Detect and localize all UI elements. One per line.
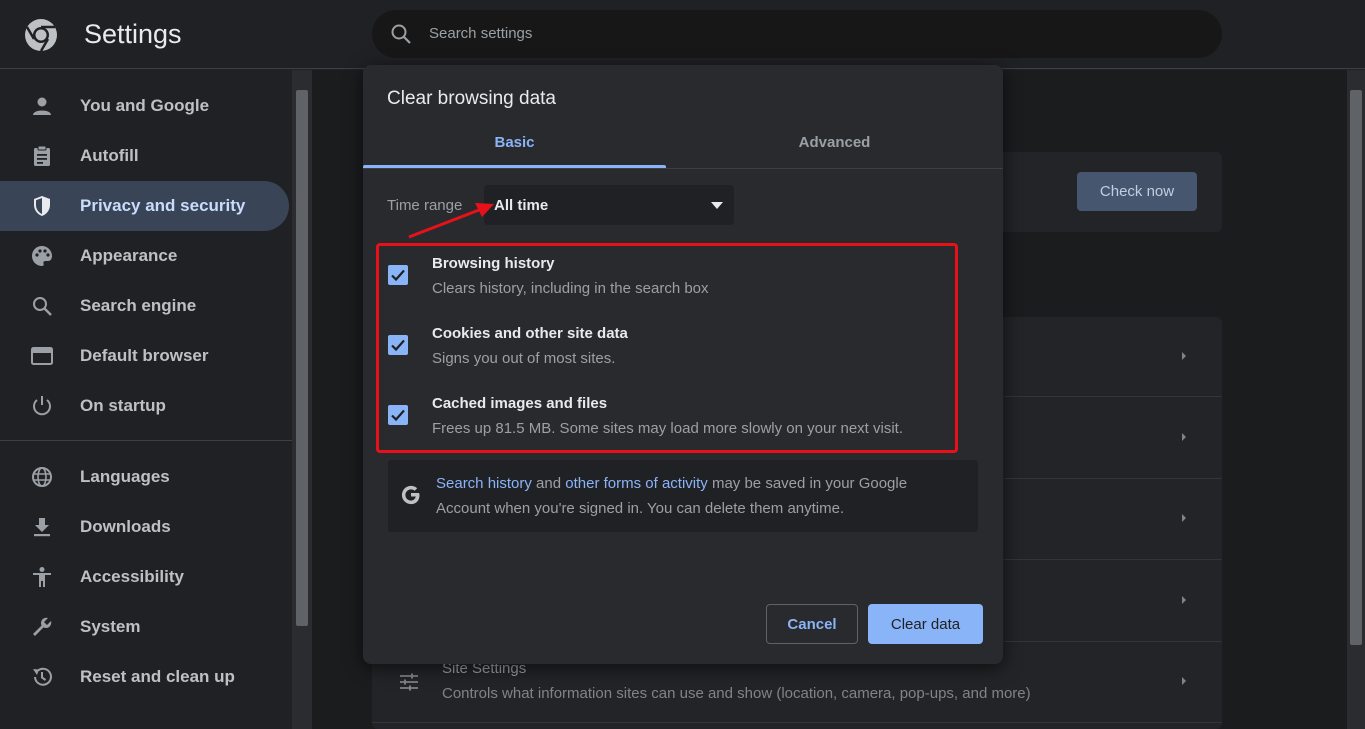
power-icon: [33, 396, 51, 416]
row-divider: [372, 722, 1222, 723]
sidebar-item-reset-and-clean-up[interactable]: Reset and clean up: [0, 652, 289, 702]
palette-icon: [32, 246, 52, 266]
dropdown-arrow-icon: [711, 202, 723, 209]
sidebar-item-downloads[interactable]: Downloads: [0, 502, 289, 552]
top-bar: Settings Search settings: [0, 0, 1365, 69]
sidebar-item-label: Downloads: [80, 517, 171, 536]
chrome-logo-icon: [25, 19, 57, 52]
sliders-icon: [400, 673, 418, 691]
search-history-link[interactable]: Search history: [436, 475, 532, 492]
other-activity-link[interactable]: other forms of activity: [565, 475, 708, 492]
sidebar-divider: [0, 440, 292, 441]
clipboard-icon: [34, 145, 50, 166]
sidebar-item-privacy-and-security[interactable]: Privacy and security: [0, 181, 289, 231]
sidebar-item-on-startup[interactable]: On startup: [0, 381, 289, 431]
sidebar-item-search-engine[interactable]: Search engine: [0, 281, 289, 331]
info-text-rest: may be saved in your Google: [707, 475, 908, 492]
sidebar-item-label: Autofill: [80, 146, 139, 165]
shield-icon: [34, 196, 50, 216]
sidebar-item-autofill[interactable]: Autofill: [0, 131, 289, 181]
cancel-button[interactable]: Cancel: [766, 604, 858, 644]
sidebar-item-default-browser[interactable]: Default browser: [0, 331, 289, 381]
sidebar-item-label: Search engine: [80, 296, 197, 315]
chevron-right-icon[interactable]: [1179, 674, 1189, 688]
sidebar-item-label: On startup: [80, 396, 166, 415]
search-icon: [33, 297, 52, 316]
sidebar-item-system[interactable]: System: [0, 602, 289, 652]
sidebar-item-label: Appearance: [80, 246, 178, 265]
google-g-icon: [401, 485, 420, 505]
page-title: Settings: [84, 19, 182, 49]
sidebar-item-label: System: [80, 617, 141, 636]
sidebar-item-label: Privacy and security: [80, 196, 246, 215]
time-range-select[interactable]: All time: [484, 185, 734, 225]
sidebar-item-you-and-google[interactable]: You and Google: [0, 81, 289, 131]
chevron-right-icon[interactable]: [1179, 349, 1189, 363]
sidebar-item-languages[interactable]: Languages: [0, 452, 289, 502]
site-settings-description: Controls what information sites can use …: [442, 685, 1031, 702]
tab-advanced[interactable]: Advanced: [666, 134, 1003, 170]
browser-window-icon: [31, 347, 53, 365]
globe-icon: [32, 467, 52, 487]
accessibility-icon: [33, 567, 51, 587]
search-icon: [391, 24, 411, 44]
check-now-button[interactable]: Check now: [1077, 172, 1197, 211]
sidebar-item-accessibility[interactable]: Accessibility: [0, 552, 289, 602]
sidebar-item-label: Reset and clean up: [80, 667, 235, 686]
sidebar-item-label: You and Google: [80, 96, 210, 115]
search-input[interactable]: Search settings: [372, 10, 1222, 58]
sidebar: You and Google Autofill Privacy and secu…: [0, 70, 292, 729]
info-text-line-2: Account when you're signed in. You can d…: [436, 500, 845, 517]
dialog-title: Clear browsing data: [387, 88, 556, 109]
tab-divider: [363, 168, 1003, 169]
chevron-right-icon[interactable]: [1179, 593, 1189, 607]
sidebar-scrollbar-thumb[interactable]: [296, 90, 308, 626]
annotation-highlight-box: [376, 243, 958, 453]
sidebar-item-label: Default browser: [80, 346, 209, 365]
chevron-right-icon[interactable]: [1179, 511, 1189, 525]
annotation-arrow-icon: [408, 203, 494, 239]
wrench-icon: [33, 617, 52, 636]
google-activity-info: Search history and other forms of activi…: [388, 460, 978, 532]
search-placeholder: Search settings: [429, 25, 533, 42]
sidebar-item-appearance[interactable]: Appearance: [0, 231, 289, 281]
main-scrollbar-thumb[interactable]: [1350, 90, 1362, 645]
info-text-and: and: [531, 475, 566, 492]
download-icon: [34, 518, 50, 537]
person-icon: [33, 97, 51, 115]
chevron-right-icon[interactable]: [1179, 430, 1189, 444]
sidebar-item-label: Accessibility: [80, 567, 184, 586]
clear-data-button[interactable]: Clear data: [868, 604, 983, 644]
sidebar-item-label: Languages: [80, 467, 170, 486]
info-text-line-1: Search history and other forms of activi…: [436, 475, 907, 492]
restore-icon: [33, 667, 52, 686]
